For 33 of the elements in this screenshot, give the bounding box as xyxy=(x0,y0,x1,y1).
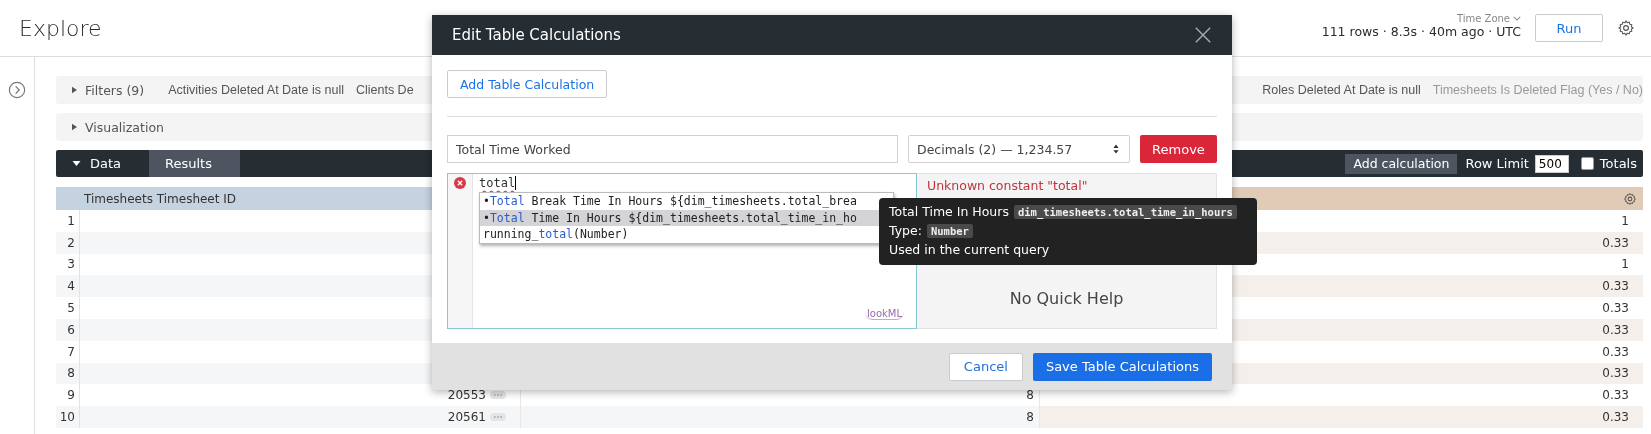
table-cell: 20561 xyxy=(447,410,486,425)
table-cell: 0.33 xyxy=(1602,301,1629,316)
table-cell: 0.33 xyxy=(1602,410,1629,425)
table-cell: 20553 xyxy=(447,388,486,403)
table-cell: 0.33 xyxy=(1602,279,1629,294)
row-number: 4 xyxy=(56,275,80,298)
row-limit-label: Row Limit xyxy=(1465,156,1529,171)
row-number: 5 xyxy=(56,297,80,319)
table-cell: 8 xyxy=(1026,410,1034,425)
row-number: 1 xyxy=(56,210,80,232)
row-number: 10 xyxy=(56,406,80,428)
table-cell: 0.33 xyxy=(1602,322,1629,337)
row-number: 6 xyxy=(56,319,80,341)
table-cell: 0.33 xyxy=(1602,344,1629,359)
dialog-title: Edit Table Calculations xyxy=(452,26,621,44)
lookml-logo: lookML xyxy=(865,308,904,320)
row-number: 8 xyxy=(56,362,80,385)
error-message: Unknown constant "total" xyxy=(927,178,1088,193)
table-cell: 0.33 xyxy=(1602,388,1629,403)
help-text: No Quick Help xyxy=(1009,289,1124,308)
table-cell: 0.33 xyxy=(1602,235,1629,250)
type-value: Number xyxy=(926,223,973,238)
table-cell: 1 xyxy=(1621,257,1629,272)
row-number: 2 xyxy=(56,231,80,254)
table-cell: 8 xyxy=(1026,388,1034,403)
table-cell: 0.33 xyxy=(1602,366,1629,381)
totals-label: Totals xyxy=(1599,156,1637,171)
row-number: 7 xyxy=(56,340,80,363)
query-info: 111 rows · 8.3s · 40m ago · UTC xyxy=(1321,24,1521,39)
table-cell: 1 xyxy=(1621,213,1629,228)
field-name: dim_timesheets.total_time_in_hours xyxy=(1013,204,1237,219)
code-text: total xyxy=(479,176,517,190)
page-title: Explore xyxy=(19,15,102,41)
